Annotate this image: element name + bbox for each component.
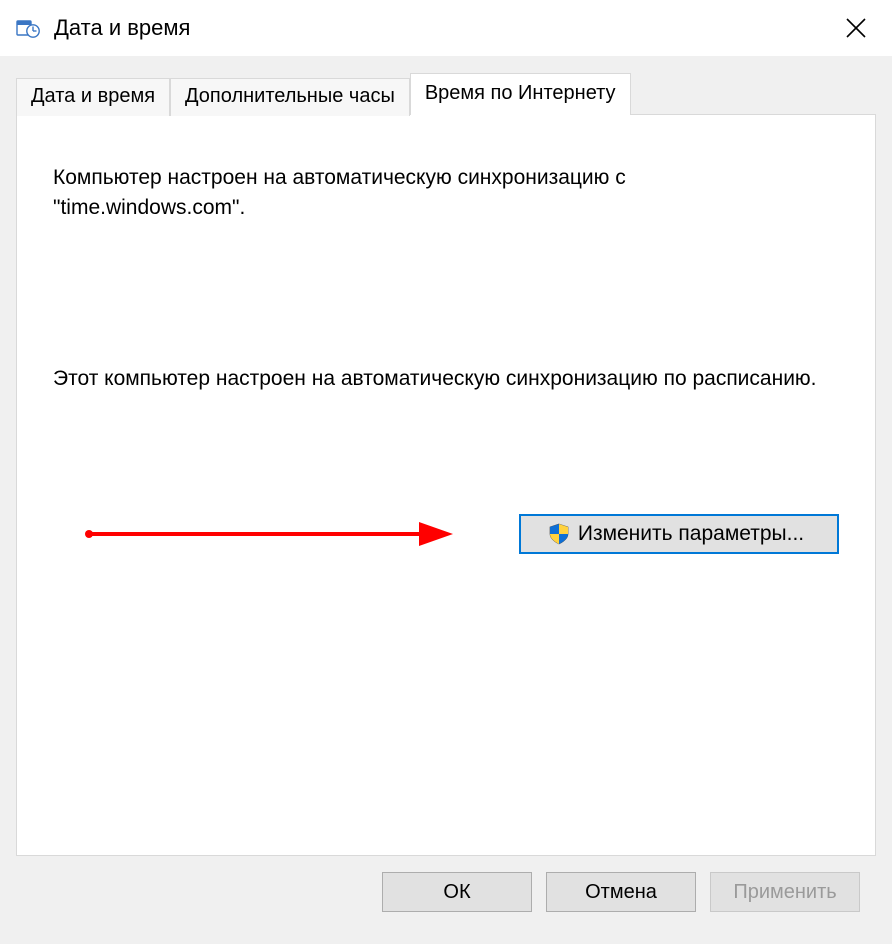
client-area: Дата и время Дополнительные часы Время п… xyxy=(0,56,892,944)
ok-button[interactable]: ОК xyxy=(382,872,532,912)
change-settings-label: Изменить параметры... xyxy=(578,522,804,546)
cancel-button[interactable]: Отмена xyxy=(546,872,696,912)
tab-strip: Дата и время Дополнительные часы Время п… xyxy=(16,72,876,114)
tab-additional-clocks[interactable]: Дополнительные часы xyxy=(170,78,410,116)
button-label: Применить xyxy=(733,881,836,904)
uac-shield-icon xyxy=(548,523,570,545)
tab-label: Дополнительные часы xyxy=(185,85,395,107)
button-label: ОК xyxy=(443,881,470,904)
tab-label: Время по Интернету xyxy=(425,82,616,104)
window-title: Дата и время xyxy=(54,15,828,41)
tab-internet-time[interactable]: Время по Интернету xyxy=(410,73,631,115)
close-button[interactable] xyxy=(828,0,884,56)
dialog-window: Дата и время Дата и время Дополнительные… xyxy=(0,0,892,944)
titlebar: Дата и время xyxy=(0,0,892,56)
change-settings-button[interactable]: Изменить параметры... xyxy=(519,514,839,554)
tab-panel-internet-time: Компьютер настроен на автоматическую син… xyxy=(16,114,876,856)
tab-label: Дата и время xyxy=(31,85,155,107)
button-label: Отмена xyxy=(585,881,657,904)
annotation-arrow xyxy=(83,519,453,549)
tab-date-time[interactable]: Дата и время xyxy=(16,78,170,116)
apply-button: Применить xyxy=(710,872,860,912)
schedule-status-text: Этот компьютер настроен на автоматическу… xyxy=(53,364,833,394)
date-time-icon xyxy=(16,16,40,40)
dialog-button-row: ОК Отмена Применить xyxy=(16,856,876,928)
sync-status-text: Компьютер настроен на автоматическую син… xyxy=(53,163,813,224)
change-settings-row: Изменить параметры... xyxy=(53,514,839,554)
